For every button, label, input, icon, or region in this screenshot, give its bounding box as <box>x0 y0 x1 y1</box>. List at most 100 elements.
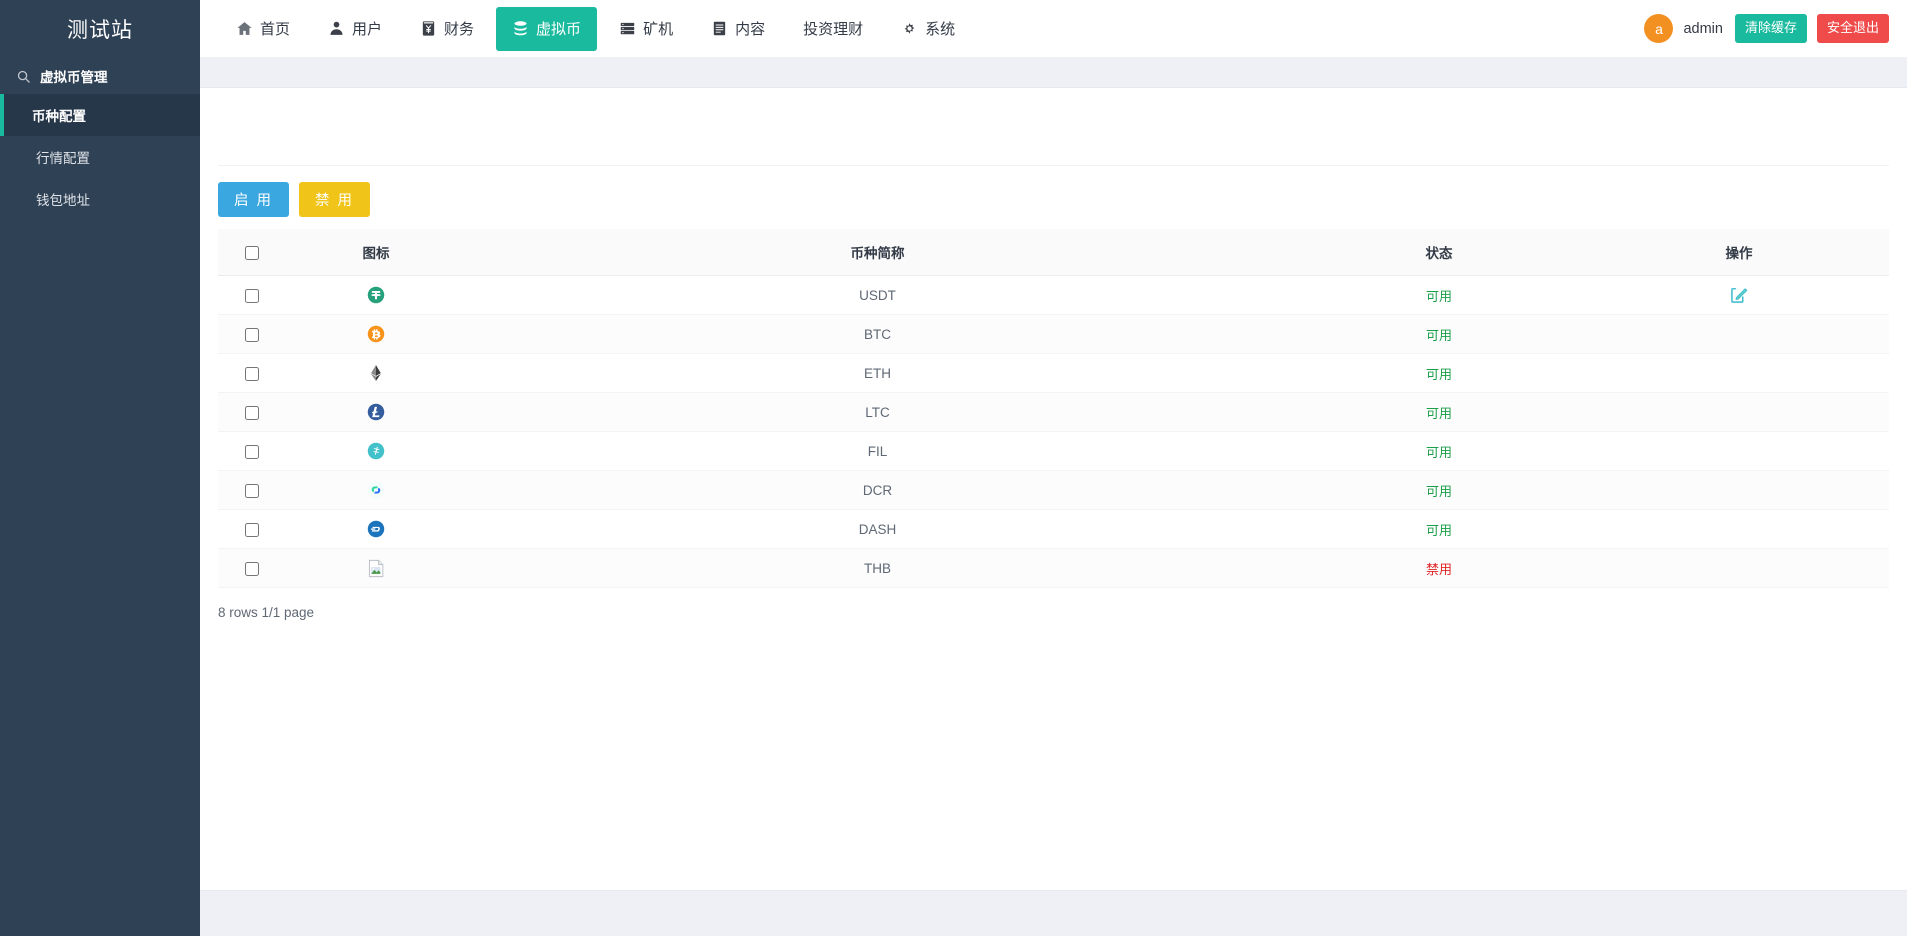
row-count-label: 8 rows 1/1 page <box>200 588 1907 620</box>
coin-name-cell: DASH <box>466 510 1289 549</box>
username-label: admin <box>1683 21 1723 37</box>
table-header-select-all <box>218 229 286 276</box>
sidebar-item-market-config[interactable]: 行情配置 <box>0 136 200 178</box>
status-cell: 可用 <box>1289 276 1589 315</box>
row-select-cell <box>218 315 286 354</box>
row-select-checkbox[interactable] <box>245 562 259 576</box>
row-select-checkbox[interactable] <box>245 289 259 303</box>
avatar[interactable]: a <box>1644 14 1673 43</box>
breadcrumb-strip <box>200 58 1907 88</box>
eth-coin-icon <box>367 364 385 382</box>
coin-name-cell: THB <box>466 549 1289 588</box>
table-row: LTC可用 <box>218 393 1889 432</box>
operation-cell <box>1589 510 1889 549</box>
top-nav-list: 首页 用户 财务 <box>220 7 971 51</box>
operation-cell <box>1589 432 1889 471</box>
status-badge: 可用 <box>1426 367 1452 382</box>
row-select-cell <box>218 393 286 432</box>
nav-item-label: 虚拟币 <box>536 18 581 39</box>
coin-name-cell: BTC <box>466 315 1289 354</box>
row-select-cell <box>218 471 286 510</box>
nav-item-investment[interactable]: 投资理财 <box>787 7 879 51</box>
coins-icon <box>512 20 529 37</box>
row-select-cell <box>218 510 286 549</box>
table-row: FIL 可用 <box>218 432 1889 471</box>
coin-name-cell: FIL <box>466 432 1289 471</box>
status-cell: 禁用 <box>1289 549 1589 588</box>
content-panel: 启 用 禁 用 图标 币种简称 状态 操作 <box>200 88 1907 890</box>
row-select-checkbox[interactable] <box>245 523 259 537</box>
coin-icon-cell <box>286 471 466 510</box>
home-icon <box>236 20 253 37</box>
status-cell: 可用 <box>1289 432 1589 471</box>
logout-button[interactable]: 安全退出 <box>1817 14 1889 42</box>
row-select-checkbox[interactable] <box>245 445 259 459</box>
btc-coin-icon <box>367 325 385 343</box>
operation-cell <box>1589 393 1889 432</box>
nav-item-virtual-currency[interactable]: 虚拟币 <box>496 7 597 51</box>
status-badge: 可用 <box>1426 406 1452 421</box>
gear-icon <box>901 20 918 37</box>
usdt-coin-icon <box>367 286 385 304</box>
coin-icon-cell <box>286 510 466 549</box>
select-all-checkbox[interactable] <box>245 246 259 260</box>
row-select-cell <box>218 432 286 471</box>
table-row: DASH可用 <box>218 510 1889 549</box>
nav-item-miner[interactable]: 矿机 <box>603 7 689 51</box>
sidebar-item-wallet-address[interactable]: 钱包地址 <box>0 178 200 220</box>
table-row: THB 禁用 <box>218 549 1889 588</box>
coin-table: 图标 币种简称 状态 操作 USDT可用BTC可用ETH可用LTC可用FIL可用… <box>218 229 1889 588</box>
nav-item-finance[interactable]: 财务 <box>404 7 490 51</box>
table-header-status: 状态 <box>1289 229 1589 276</box>
broken-image-icon <box>368 559 385 578</box>
coin-icon-cell <box>286 393 466 432</box>
status-badge: 可用 <box>1426 445 1452 460</box>
sidebar-item-label: 币种配置 <box>32 105 86 125</box>
row-select-checkbox[interactable] <box>245 367 259 381</box>
server-icon <box>619 20 636 37</box>
nav-item-label: 首页 <box>260 18 290 39</box>
status-badge: 禁用 <box>1426 562 1452 577</box>
table-row: BTC可用 <box>218 315 1889 354</box>
nav-item-label: 投资理财 <box>803 18 863 39</box>
sidebar-item-coin-config[interactable]: 币种配置 <box>0 94 200 136</box>
status-cell: 可用 <box>1289 471 1589 510</box>
row-select-checkbox[interactable] <box>245 406 259 420</box>
coin-name-cell: ETH <box>466 354 1289 393</box>
table-header-row: 图标 币种简称 状态 操作 <box>218 229 1889 276</box>
user-icon <box>328 20 345 37</box>
nav-item-label: 矿机 <box>643 18 673 39</box>
coin-icon-cell <box>286 276 466 315</box>
nav-item-users[interactable]: 用户 <box>312 7 398 51</box>
table-row: DCR可用 <box>218 471 1889 510</box>
nav-item-system[interactable]: 系统 <box>885 7 971 51</box>
status-cell: 可用 <box>1289 315 1589 354</box>
finance-icon <box>420 20 437 37</box>
status-cell: 可用 <box>1289 393 1589 432</box>
nav-item-label: 财务 <box>444 18 474 39</box>
row-select-checkbox[interactable] <box>245 484 259 498</box>
nav-item-content[interactable]: 内容 <box>695 7 781 51</box>
dash-coin-icon <box>367 520 385 538</box>
edit-icon[interactable] <box>1729 285 1749 305</box>
row-select-cell <box>218 549 286 588</box>
document-icon <box>711 20 728 37</box>
coin-icon-cell <box>286 549 466 588</box>
nav-item-label: 内容 <box>735 18 765 39</box>
nav-item-label: 系统 <box>925 18 955 39</box>
coin-icon-cell <box>286 432 466 471</box>
fil-coin-icon <box>367 442 385 460</box>
disable-button[interactable]: 禁 用 <box>299 182 370 217</box>
table-head: 图标 币种简称 状态 操作 <box>218 229 1889 276</box>
site-logo: 测试站 <box>0 0 200 58</box>
action-toolbar: 启 用 禁 用 <box>200 166 1907 229</box>
nav-item-home[interactable]: 首页 <box>220 7 306 51</box>
filter-area <box>218 88 1889 166</box>
row-select-checkbox[interactable] <box>245 328 259 342</box>
operation-cell <box>1589 276 1889 315</box>
enable-button[interactable]: 启 用 <box>218 182 289 217</box>
clear-cache-button[interactable]: 清除缓存 <box>1735 14 1807 42</box>
row-select-cell <box>218 276 286 315</box>
row-select-cell <box>218 354 286 393</box>
status-badge: 可用 <box>1426 484 1452 499</box>
